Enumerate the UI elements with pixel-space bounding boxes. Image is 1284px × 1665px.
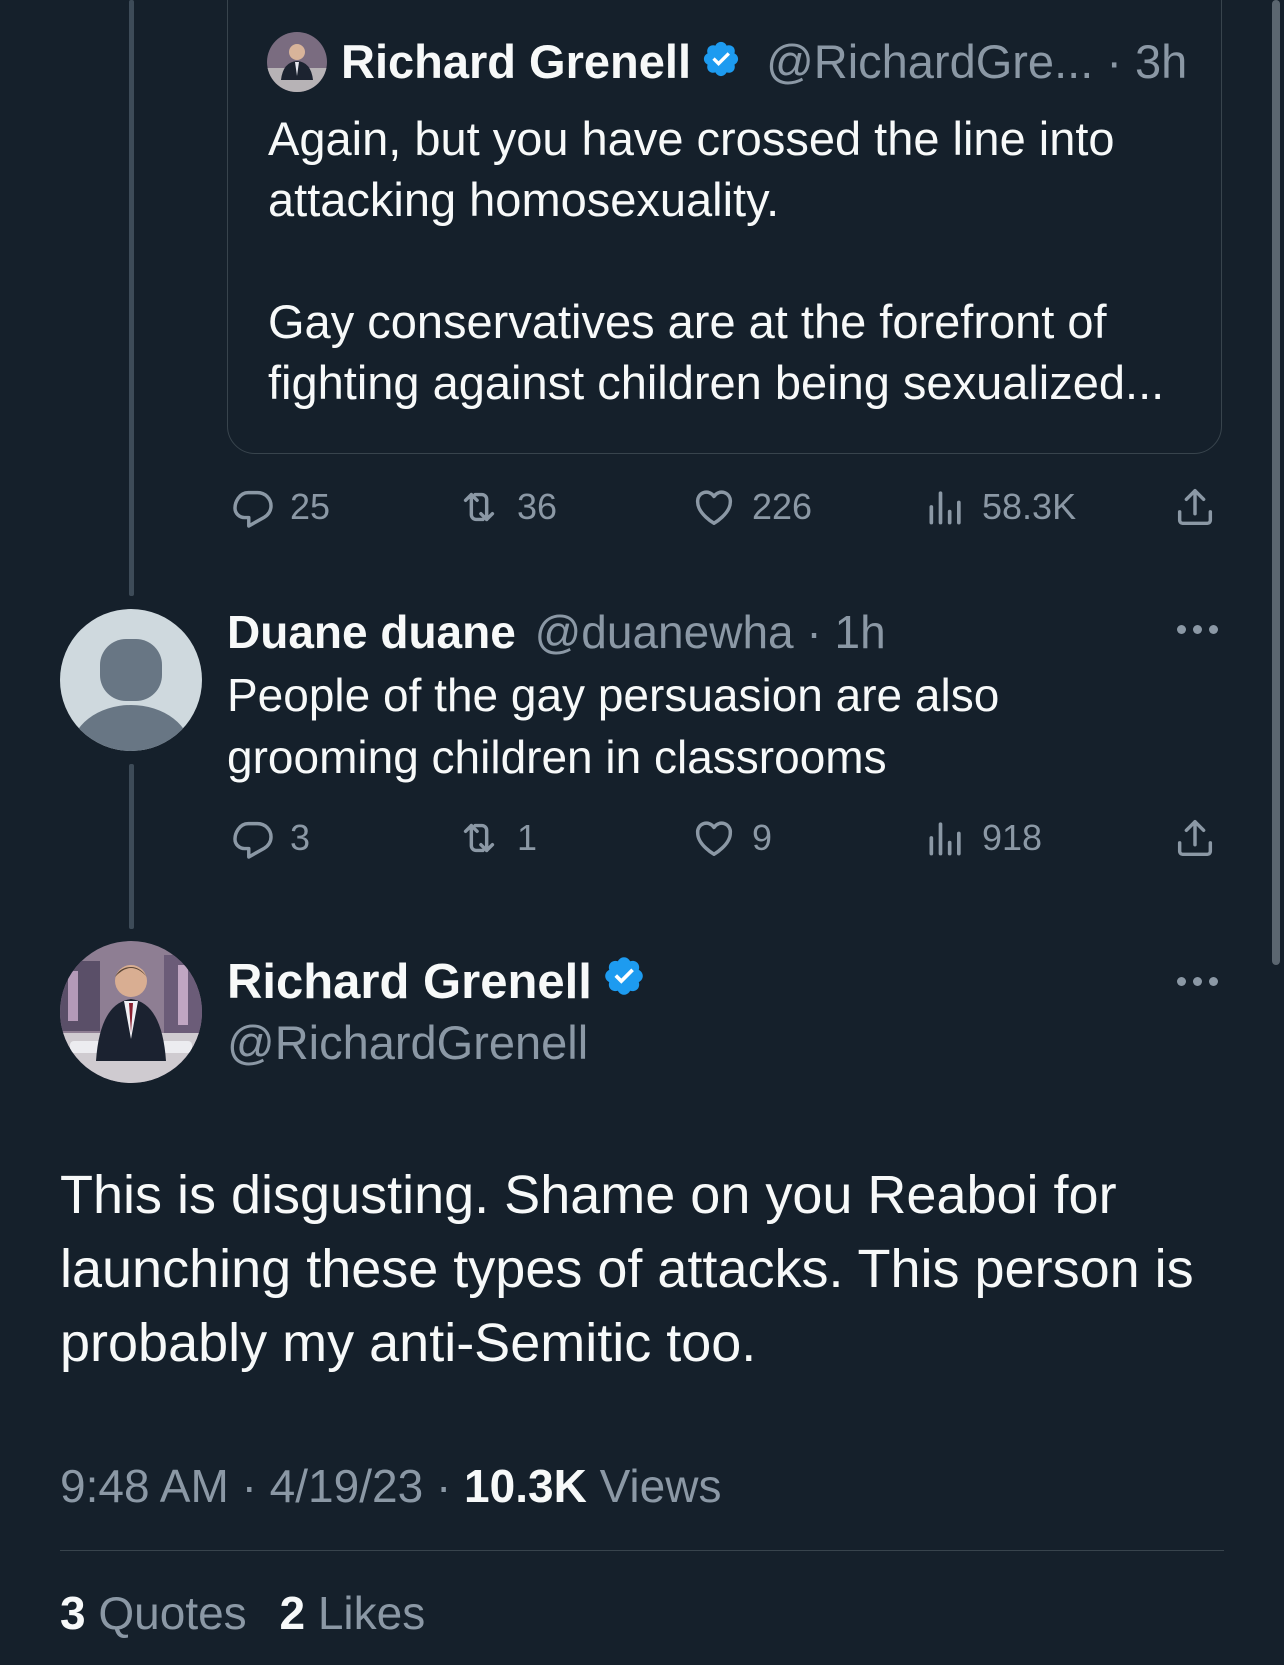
reply-author-name[interactable]: Duane duane <box>227 606 516 658</box>
quoted-author-handle[interactable]: @RichardGre... <box>766 35 1093 88</box>
verified-badge-icon <box>602 950 646 1014</box>
retweet-count: 36 <box>517 486 558 527</box>
quoted-author-avatar[interactable] <box>267 32 327 92</box>
meta-separator: · <box>241 1460 257 1512</box>
quoted-tweet-time[interactable]: · 3h <box>1106 35 1187 88</box>
views-action[interactable]: 58.3K <box>924 484 1076 530</box>
like-count: 226 <box>752 486 813 527</box>
retweet-action[interactable]: 36 <box>455 484 557 530</box>
default-avatar-icon[interactable] <box>60 609 202 751</box>
views-count: 58.3K <box>982 486 1077 527</box>
main-author-name[interactable]: Richard Grenell <box>227 955 592 1009</box>
main-author-handle[interactable]: @RichardGrenell <box>227 1012 588 1074</box>
reply-count: 3 <box>290 817 311 858</box>
thread-line-top <box>129 0 134 596</box>
share-action[interactable] <box>1172 484 1232 530</box>
main-author-avatar[interactable] <box>60 941 202 1083</box>
tweet-time[interactable]: 9:48 AM <box>60 1460 229 1512</box>
more-options-icon[interactable] <box>1177 625 1219 635</box>
reply-tweet-time[interactable]: · 1h <box>806 606 885 658</box>
like-count: 9 <box>752 817 773 858</box>
retweet-icon <box>463 492 495 522</box>
quotes-count: 3 <box>60 1587 86 1639</box>
retweet-count: 1 <box>517 817 538 858</box>
reply-tweet-header: Duane duane @duanewha · 1h <box>227 601 886 663</box>
quoted-tweet-header: Richard Grenell @RichardGre... · 3h <box>341 30 1187 98</box>
share-icon <box>1177 819 1213 857</box>
like-action[interactable]: 9 <box>690 815 772 861</box>
heart-icon <box>695 821 733 857</box>
quoted-author-name[interactable]: Richard Grenell <box>341 35 691 88</box>
share-icon <box>1177 488 1213 526</box>
quotes-link[interactable]: 3 Quotes <box>60 1587 247 1639</box>
views-count: 918 <box>982 817 1043 858</box>
reply-icon <box>233 821 273 859</box>
reply-tweet-text: People of the gay persuasion are also gr… <box>227 669 1000 783</box>
scrollbar[interactable] <box>1272 0 1280 965</box>
more-options-icon[interactable] <box>1177 977 1219 987</box>
likes-link[interactable]: 2 Likes <box>279 1587 425 1639</box>
main-tweet-text: This is disgusting. Shame on you Reaboi … <box>60 1165 1194 1373</box>
divider <box>60 1550 1224 1551</box>
verified-badge-icon <box>701 31 741 95</box>
reply-icon <box>233 490 273 528</box>
views-label: Views <box>599 1460 722 1512</box>
quoted-tweet-text: Again, but you have crossed the line int… <box>268 112 1165 409</box>
engagement-stats: 3 Quotes 2 Likes <box>60 1582 425 1644</box>
share-action[interactable] <box>1172 815 1232 861</box>
reply-action[interactable]: 3 <box>230 815 310 861</box>
retweet-icon <box>463 823 495 853</box>
likes-label: Likes <box>317 1587 426 1639</box>
reply-count: 25 <box>290 486 331 527</box>
quotes-label: Quotes <box>98 1587 247 1639</box>
views-action[interactable]: 918 <box>924 815 1042 861</box>
views-icon <box>929 491 961 525</box>
likes-count: 2 <box>279 1587 306 1639</box>
views-total: 10.3K <box>464 1460 587 1512</box>
like-action[interactable]: 226 <box>690 484 812 530</box>
meta-separator: · <box>435 1460 452 1512</box>
reply-action[interactable]: 25 <box>230 484 330 530</box>
heart-icon <box>695 490 733 526</box>
tweet-date[interactable]: 4/19/23 <box>270 1460 423 1512</box>
views-icon <box>929 822 961 856</box>
thread-line-middle <box>129 764 134 929</box>
retweet-action[interactable]: 1 <box>455 815 537 861</box>
tweet-meta: 9:48 AM · 4/19/23 · 10.3K Views <box>60 1455 721 1517</box>
main-author-name-row: Richard Grenell <box>227 950 646 1017</box>
reply-author-handle[interactable]: @duanewha <box>535 606 794 658</box>
